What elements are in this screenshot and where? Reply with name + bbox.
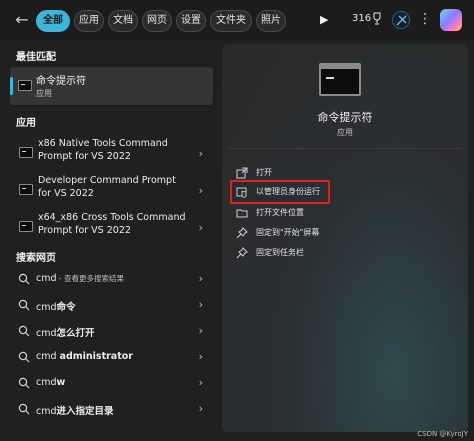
more-options-icon[interactable]: ⋮ <box>418 9 432 29</box>
copilot-icon[interactable] <box>440 9 462 31</box>
action-open-file-location[interactable]: 打开文件位置 <box>230 204 450 222</box>
chevron-right-icon[interactable]: › <box>199 376 203 389</box>
search-icon <box>18 377 30 389</box>
chevron-right-icon[interactable]: › <box>199 221 203 234</box>
app-item[interactable]: x86 Native Tools Command Prompt for VS 2… <box>10 137 213 173</box>
action-label: 固定到"开始"屏幕 <box>256 228 320 237</box>
filter-all[interactable]: 全部 <box>36 10 70 32</box>
chevron-right-icon[interactable]: › <box>199 147 203 160</box>
pin-icon <box>236 227 248 239</box>
web-search-item[interactable]: cmd命令 › <box>10 296 213 316</box>
chevron-right-icon[interactable]: › <box>199 350 203 363</box>
action-label: 打开 <box>256 168 272 177</box>
app-item-label: x64_x86 Cross Tools Command Prompt for V… <box>38 212 186 236</box>
open-icon <box>236 167 248 179</box>
filter-web[interactable]: 网页 <box>142 10 172 32</box>
web-search-item[interactable]: cmd - 查看更多搜索结果 › <box>10 270 213 290</box>
apps-heading: 应用 <box>16 118 36 129</box>
back-arrow-icon[interactable]: ← <box>10 9 34 31</box>
web-search-heading: 搜索网页 <box>16 253 56 264</box>
detail-panel: 命令提示符 应用 打开 以管理员身份运行 打开文件位置 固定到"开始"屏幕 固定… <box>222 44 468 432</box>
filter-settings[interactable]: 设置 <box>176 10 206 32</box>
command-prompt-icon <box>19 184 33 195</box>
app-item[interactable]: Developer Command Prompt for VS 2022 › <box>10 174 213 210</box>
web-search-label: cmd administrator <box>36 351 133 362</box>
chevron-right-icon[interactable]: › <box>199 402 203 415</box>
trophy-icon <box>373 12 381 25</box>
web-search-label: cmd怎么打开 <box>36 328 95 339</box>
app-item-label: x86 Native Tools Command Prompt for VS 2… <box>38 138 168 162</box>
best-match-subtitle: 应用 <box>36 89 52 98</box>
watermark: CSDN @KyroJY <box>417 430 468 438</box>
search-icon <box>18 273 30 285</box>
best-match-item[interactable]: 命令提示符 应用 <box>10 67 213 105</box>
search-icon <box>18 403 30 415</box>
command-prompt-icon <box>19 147 33 158</box>
highlight-box <box>230 180 330 204</box>
web-search-label: cmdw <box>36 377 66 388</box>
command-prompt-icon <box>18 80 32 91</box>
action-pin-to-taskbar[interactable]: 固定到任务栏 <box>230 244 450 262</box>
filter-documents[interactable]: 文档 <box>108 10 138 32</box>
app-item[interactable]: x64_x86 Cross Tools Command Prompt for V… <box>10 211 213 247</box>
web-search-item[interactable]: cmdw › <box>10 374 213 394</box>
detail-app-name: 命令提示符 <box>317 111 373 124</box>
folder-icon <box>236 209 248 218</box>
chevron-right-icon[interactable]: › <box>199 298 203 311</box>
rewards-points: 316 <box>352 13 372 24</box>
action-pin-to-start[interactable]: 固定到"开始"屏幕 <box>230 224 450 242</box>
web-search-item[interactable]: cmd administrator › <box>10 348 213 368</box>
web-search-label: cmd进入指定目录 <box>36 406 114 417</box>
search-icon <box>18 351 30 363</box>
best-match-title: 命令提示符 <box>36 76 86 87</box>
filter-photos[interactable]: 照片 <box>256 10 286 32</box>
action-label: 固定到任务栏 <box>256 248 304 257</box>
app-item-label: Developer Command Prompt for VS 2022 <box>38 175 176 199</box>
web-search-label: cmd命令 <box>36 302 76 313</box>
web-search-item[interactable]: cmd怎么打开 › <box>10 322 213 342</box>
command-prompt-large-icon <box>319 63 361 96</box>
avatar-glyph-icon <box>396 15 407 26</box>
search-filter-bar: ← 全部 应用 文档 网页 设置 文件夹 照片 ▶ 316 ⋮ <box>0 0 474 40</box>
action-label: 打开文件位置 <box>256 208 304 217</box>
web-search-item[interactable]: cmd进入指定目录 › <box>10 400 213 420</box>
chevron-right-icon[interactable]: › <box>199 272 203 285</box>
more-filters-play-icon[interactable]: ▶ <box>320 12 332 28</box>
pin-icon <box>236 247 248 259</box>
selection-indicator <box>10 77 13 95</box>
detail-app-type: 应用 <box>337 128 353 137</box>
best-match-heading: 最佳匹配 <box>16 52 56 63</box>
web-search-label: cmd - 查看更多搜索结果 <box>36 273 124 284</box>
search-icon <box>18 299 30 311</box>
results-list: 最佳匹配 命令提示符 应用 应用 x86 Native Tools Comman… <box>0 40 218 441</box>
user-avatar[interactable] <box>392 11 410 29</box>
filter-folders[interactable]: 文件夹 <box>210 10 252 32</box>
chevron-right-icon[interactable]: › <box>199 184 203 197</box>
command-prompt-icon <box>19 221 33 232</box>
divider <box>229 148 461 149</box>
filter-apps[interactable]: 应用 <box>74 10 104 32</box>
search-icon <box>18 325 30 337</box>
chevron-right-icon[interactable]: › <box>199 324 203 337</box>
